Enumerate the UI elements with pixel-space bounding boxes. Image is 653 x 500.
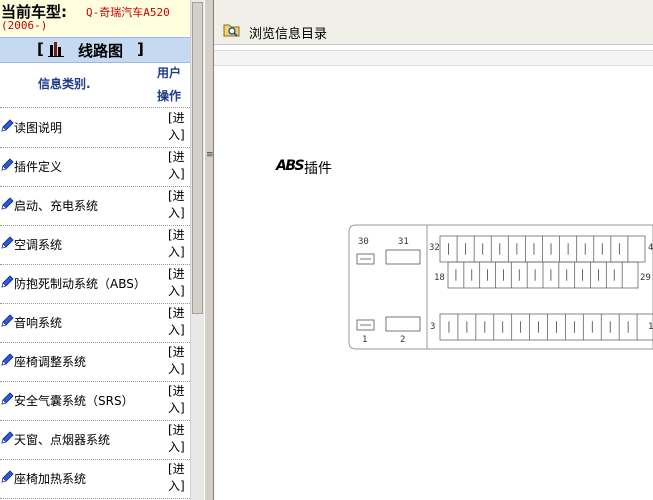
enter-link[interactable]: [进 — [168, 461, 185, 478]
pencil-icon — [1, 236, 14, 249]
pencil-icon — [1, 353, 14, 366]
list-item[interactable]: 安全气囊系统（SRS） [进 入] — [0, 381, 190, 421]
current-car-model: Q-奇瑞汽车A520 — [86, 6, 170, 19]
enter-link-continued[interactable]: 入] — [168, 166, 185, 183]
enter-link[interactable]: [进 — [168, 305, 185, 322]
enter-link[interactable]: [进 — [168, 344, 185, 361]
list-item-label[interactable]: 空调系统 — [14, 236, 62, 253]
scrollbar-thumb[interactable] — [192, 2, 203, 314]
enter-link-continued[interactable]: 入] — [168, 400, 185, 417]
current-car-header: 当前车型: Q-奇瑞汽车A520 (2006-) — [0, 0, 190, 36]
pin-label-31: 31 — [398, 237, 409, 247]
enter-link[interactable]: [进 — [168, 188, 185, 205]
enter-link-continued[interactable]: 入] — [168, 322, 185, 339]
connector-pin-rows — [439, 235, 653, 341]
list-item[interactable]: 座椅加热系统 [进 入] — [0, 459, 190, 499]
section-open-bracket: [ — [37, 40, 44, 58]
panel-splitter[interactable]: ≡ — [204, 0, 214, 500]
enter-link-continued[interactable]: 入] — [168, 478, 185, 495]
enter-link-continued[interactable]: 入] — [168, 205, 185, 222]
toolbar-strip — [214, 50, 653, 66]
pin-2 — [385, 316, 421, 332]
column-header-operation: 操作 — [157, 89, 182, 103]
pin-label-30: 30 — [358, 237, 369, 247]
enter-link[interactable]: [进 — [168, 110, 185, 127]
list-item-label[interactable]: 音响系统 — [14, 314, 62, 331]
current-car-year: (2006-) — [1, 19, 48, 32]
left-panel: 当前车型: Q-奇瑞汽车A520 (2006-) [ 线路图 ] 信息类别. 用… — [0, 0, 190, 500]
pencil-icon — [1, 197, 14, 210]
column-header-user: 用户 — [157, 66, 182, 80]
pin-label-4: 4 — [648, 243, 653, 253]
list-item[interactable]: 启动、充电系统 [进 入] — [0, 186, 190, 226]
enter-link[interactable]: [进 — [168, 227, 185, 244]
abs-connector-caption: 插件 — [304, 161, 332, 177]
enter-link-continued[interactable]: 入] — [168, 361, 185, 378]
list-item[interactable]: 空调系统 [进 入] — [0, 225, 190, 265]
pencil-icon — [1, 119, 14, 132]
list-item-label[interactable]: 启动、充电系统 — [14, 197, 98, 214]
list-item[interactable]: 音响系统 [进 入] — [0, 303, 190, 343]
pin-label-3: 3 — [430, 322, 435, 332]
enter-link-continued[interactable]: 入] — [168, 127, 185, 144]
enter-link[interactable]: [进 — [168, 422, 185, 439]
list-item-label[interactable]: 座椅加热系统 — [14, 470, 86, 487]
list-item-label[interactable]: 防抱死制动系统（ABS） — [14, 275, 146, 292]
list-item[interactable]: 防抱死制动系统（ABS） [进 入] — [0, 264, 190, 304]
list-item[interactable]: 天窗、点烟器系统 [进 入] — [0, 420, 190, 460]
pin-row-bottom — [439, 313, 653, 341]
pencil-icon — [1, 158, 14, 171]
list-item[interactable]: 插件定义 [进 入] — [0, 147, 190, 187]
left-vertical-scrollbar[interactable] — [190, 0, 205, 500]
pin-label-2: 2 — [400, 335, 405, 345]
list-item-label[interactable]: 读图说明 — [14, 119, 62, 136]
pencil-icon — [1, 470, 14, 483]
pencil-icon — [1, 431, 14, 444]
enter-link[interactable]: [进 — [168, 266, 185, 283]
list-item-label[interactable]: 安全气囊系统（SRS） — [14, 392, 134, 409]
pin-label-1: 1 — [362, 335, 367, 345]
right-panel: 浏览信息目录 ABS 插件 30 31 1 2 32 4 18 29 3 1 — [214, 0, 653, 500]
section-title: 线路图 — [78, 42, 124, 60]
enter-link[interactable]: [进 — [168, 149, 185, 166]
connector-outline — [348, 224, 653, 350]
folder-search-icon — [223, 24, 240, 37]
enter-link-continued[interactable]: 入] — [168, 244, 185, 261]
wiring-diagram-icon — [48, 42, 64, 57]
pin-label-32: 32 — [429, 243, 440, 253]
pin-label-29: 29 — [640, 273, 651, 283]
pencil-icon — [1, 392, 14, 405]
section-close-bracket: ] — [137, 40, 144, 58]
splitter-grip-icon: ≡ — [206, 150, 214, 160]
enter-link[interactable]: [进 — [168, 383, 185, 400]
pin-31 — [385, 249, 421, 265]
enter-link-continued[interactable]: 入] — [168, 283, 185, 300]
browse-header: 浏览信息目录 — [214, 0, 653, 45]
list-item-label[interactable]: 插件定义 — [14, 158, 62, 175]
list-item-label[interactable]: 座椅调整系统 — [14, 353, 86, 370]
abs-connector-diagram: 30 31 1 2 32 4 18 29 3 1 — [348, 224, 653, 350]
column-header-category: 信息类别. — [38, 77, 91, 91]
section-title-bar: [ 线路图 ] — [0, 37, 190, 63]
abs-logo: ABS — [276, 158, 305, 174]
pin-label-18: 18 — [434, 273, 445, 283]
pin-label-1b: 1 — [648, 322, 653, 332]
browse-title: 浏览信息目录 — [249, 27, 328, 42]
pencil-icon — [1, 314, 14, 327]
list-item-label[interactable]: 天窗、点烟器系统 — [14, 431, 110, 448]
enter-link-continued[interactable]: 入] — [168, 439, 185, 456]
list-item[interactable]: 读图说明 [进 入] — [0, 108, 190, 148]
pencil-icon — [1, 275, 14, 288]
list-item[interactable]: 座椅调整系统 [进 入] — [0, 342, 190, 382]
